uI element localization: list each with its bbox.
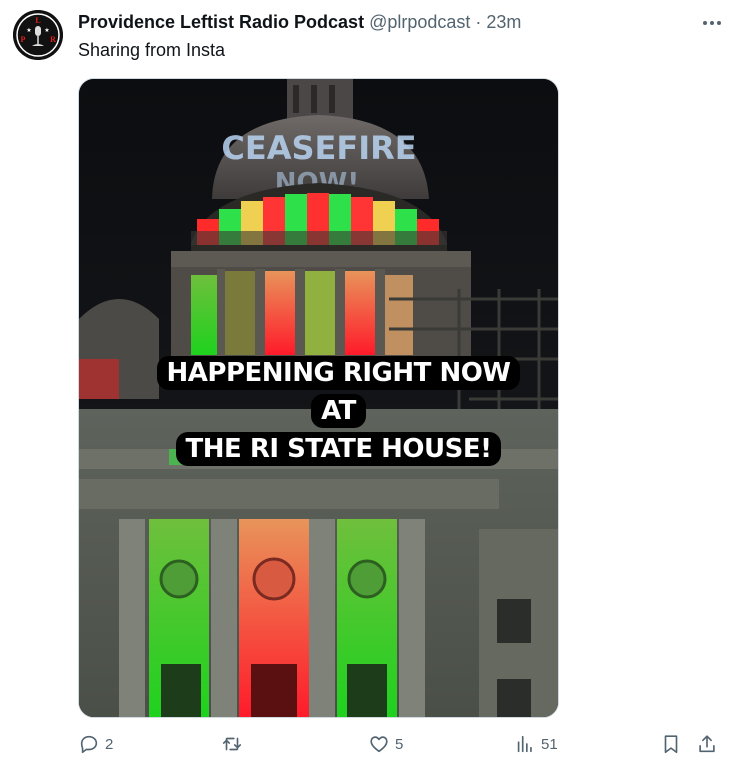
like-button[interactable]: 5 (368, 732, 403, 756)
repost-icon (222, 737, 242, 751)
avatar[interactable]: L P R ★ ★ (13, 10, 63, 60)
share-icon (699, 735, 715, 753)
repost-button[interactable] (221, 732, 248, 756)
avatar-letter-p: P (21, 35, 26, 44)
more-horizontal-icon (703, 21, 721, 25)
author-handle[interactable]: @plrpodcast (369, 12, 470, 33)
views-button[interactable]: 51 (514, 732, 558, 756)
bookmark-button[interactable] (660, 732, 682, 756)
overlay-caption: HAPPENING RIGHT NOW AT THE RI STATE HOUS… (141, 354, 536, 468)
separator-dot: · (475, 12, 482, 32)
share-button[interactable] (696, 732, 718, 756)
svg-text:★: ★ (26, 27, 31, 34)
svg-text:★: ★ (44, 27, 49, 34)
podcast-logo-icon: L P R ★ ★ (13, 10, 63, 60)
analytics-icon (517, 735, 532, 753)
overlay-caption-line1: HAPPENING RIGHT NOW AT (156, 356, 521, 428)
reply-count: 2 (105, 735, 114, 753)
avatar-letter-r: R (50, 35, 56, 44)
heart-icon (370, 736, 388, 753)
reply-icon (80, 735, 98, 754)
tweet-media[interactable]: CEASEFIRE NOW! HAPPENING RIGHT NOW AT TH… (78, 78, 559, 718)
projection-text-line1: CEASEFIRE (221, 129, 416, 167)
bookmark-icon (664, 735, 678, 754)
more-options-button[interactable] (700, 13, 724, 33)
timestamp[interactable]: 23m (486, 12, 521, 33)
tweet-actions: 2 5 51 (78, 732, 728, 756)
like-count: 5 (395, 735, 404, 753)
views-count: 51 (541, 735, 558, 753)
tweet-header: Providence Leftist Radio Podcast @plrpod… (78, 12, 708, 33)
tweet-text: Sharing from Insta (78, 40, 226, 60)
author-name[interactable]: Providence Leftist Radio Podcast (78, 12, 364, 33)
avatar-letter-l: L (35, 16, 40, 25)
overlay-caption-line2: THE RI STATE HOUSE! (175, 432, 502, 466)
reply-button[interactable]: 2 (78, 732, 113, 756)
